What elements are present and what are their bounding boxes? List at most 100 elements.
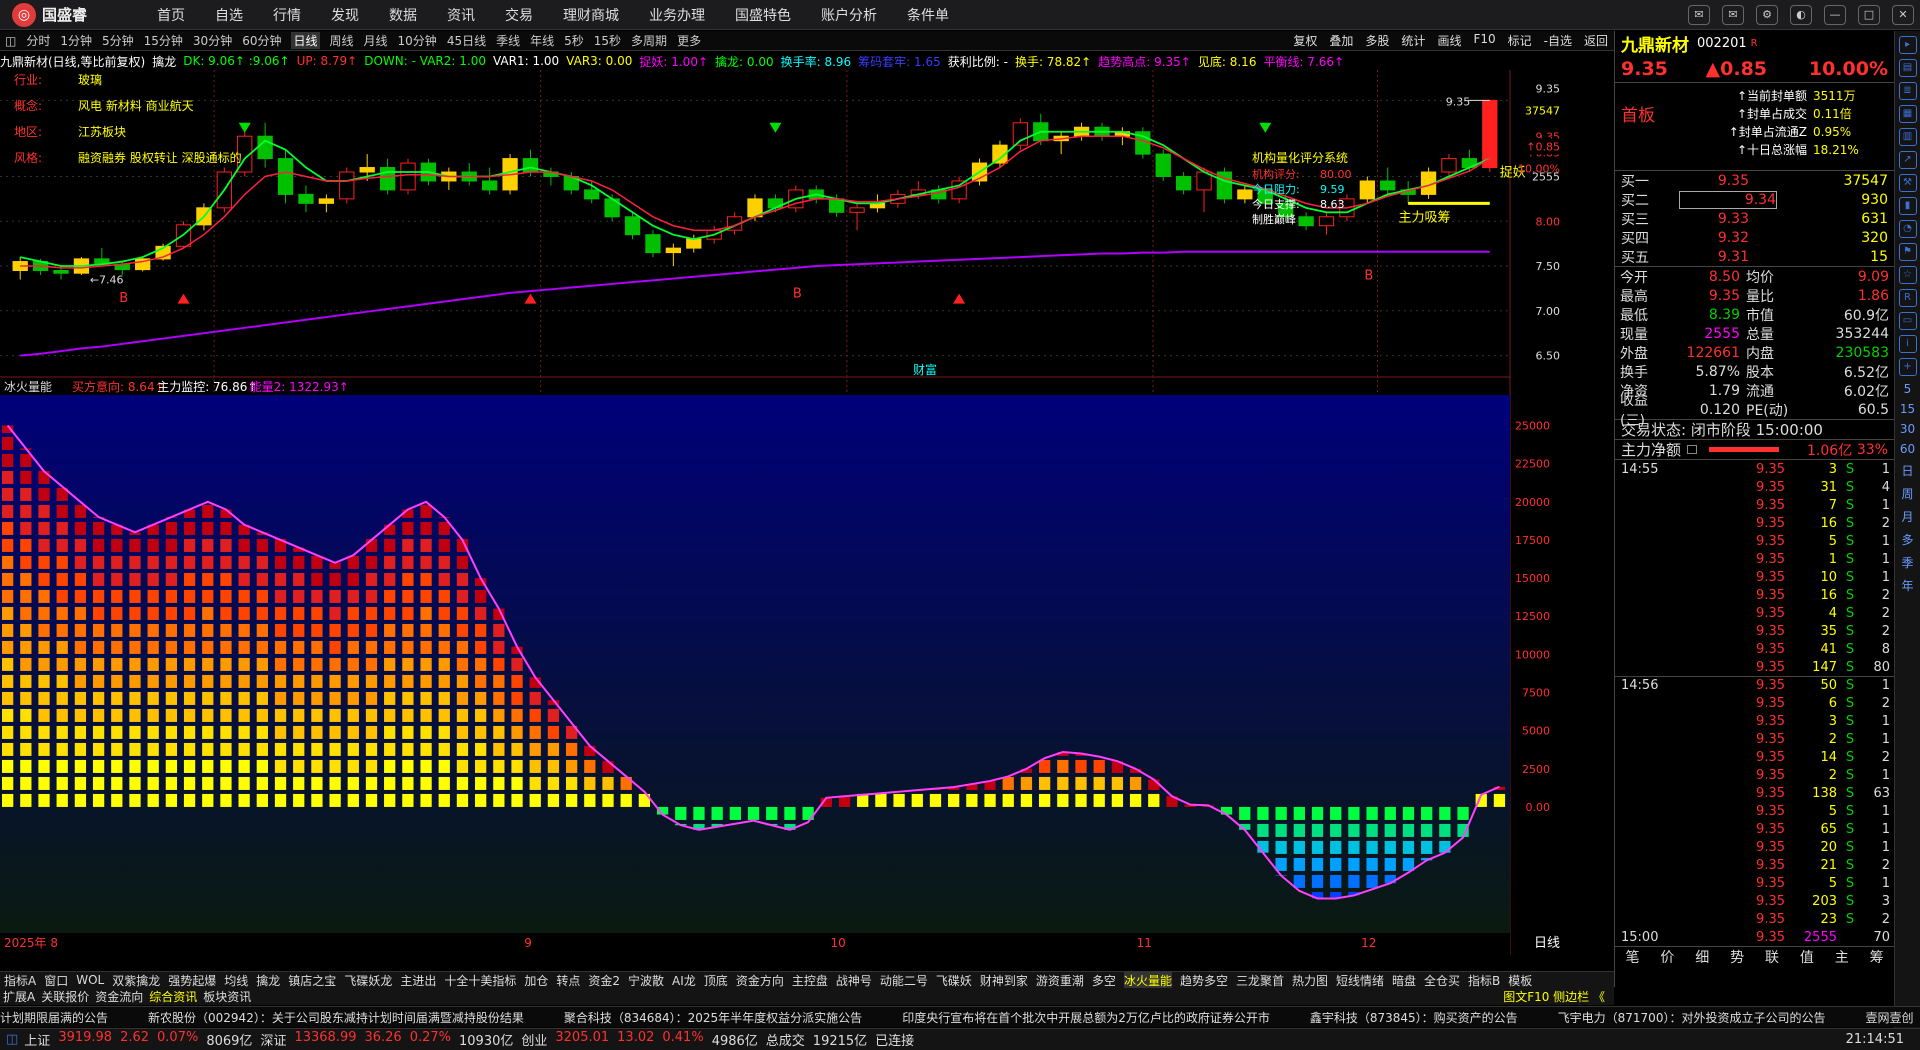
side-num-15[interactable]: 15	[1895, 402, 1920, 416]
indicator-tab[interactable]: 战神号	[836, 972, 872, 988]
menu-item[interactable]: 账户分析	[821, 5, 877, 25]
orderbook-row[interactable]: 买五 9.31 15	[1615, 247, 1894, 266]
indicator-tab[interactable]: 多空	[1092, 972, 1116, 988]
menu-item[interactable]: 首页	[157, 5, 185, 25]
info-tab[interactable]: 资金流向	[95, 988, 143, 1005]
star-icon[interactable]: ☆	[1898, 266, 1917, 284]
period-tab[interactable]: 1分钟	[60, 32, 92, 49]
skin-icon[interactable]: ◐	[1790, 5, 1812, 25]
indicator-tab[interactable]: 财神到家	[980, 972, 1028, 988]
indicator-tab[interactable]: 短线情绪	[1336, 972, 1384, 988]
quote-tab[interactable]: 细	[1685, 947, 1720, 967]
period-tab[interactable]: 30分钟	[193, 32, 232, 49]
close-icon[interactable]: ✕	[1892, 5, 1914, 25]
table-icon[interactable]: ▥	[1898, 128, 1917, 146]
indicator-tab[interactable]: 资金2	[588, 972, 620, 988]
indicator-tab[interactable]: 擒龙	[256, 972, 280, 988]
menu-item[interactable]: 资讯	[447, 5, 475, 25]
indicator-tab[interactable]: 均线	[224, 972, 248, 988]
indicator-tab[interactable]: 转点	[556, 972, 580, 988]
indicator-tab[interactable]: 镇店之宝	[288, 972, 336, 988]
side-period-label[interactable]: 周	[1895, 485, 1920, 502]
menu-item[interactable]: 理财商城	[563, 5, 619, 25]
indicator-tab[interactable]: 指标A	[4, 972, 36, 988]
period-tab[interactable]: 5分钟	[102, 32, 134, 49]
indicator-tab[interactable]: 双紫擒龙	[112, 972, 160, 988]
chart-icon[interactable]: ▤	[1898, 59, 1917, 77]
side-num-30[interactable]: 30	[1895, 422, 1920, 436]
info-tab[interactable]: 扩展A	[3, 988, 35, 1005]
info-icon[interactable]: i	[1898, 335, 1917, 353]
chart-tool-button[interactable]: 标记	[1508, 32, 1532, 49]
ticker-item[interactable]: 鑫宇科技（873845）：购买资产的公告	[1310, 1009, 1518, 1026]
indicator-tab[interactable]: 动能二号	[880, 972, 928, 988]
indicator-tab[interactable]: 游资重潮	[1036, 972, 1084, 988]
period-tab[interactable]: 月线	[364, 32, 388, 49]
chart-tool-button[interactable]: 统计	[1401, 32, 1425, 49]
period-tab[interactable]: 15秒	[594, 32, 621, 49]
quote-tab[interactable]: 筹	[1859, 947, 1894, 967]
side-period-label[interactable]: 年	[1895, 577, 1920, 594]
app-logo[interactable]: ◎ 国盛睿	[12, 2, 132, 27]
quote-tab[interactable]: 主	[1824, 947, 1859, 967]
info-tab[interactable]: 板块资讯	[203, 988, 251, 1005]
side-panel-toggle[interactable]: 图文F10 侧边栏 《	[1503, 988, 1611, 1005]
indicator-tab[interactable]: AI龙	[672, 972, 696, 988]
orderbook-row[interactable]: 买三 9.33 631	[1615, 209, 1894, 228]
ticker-item[interactable]: 印度央行宣布将在首个批次中开展总额为2万亿卢比的政府证券公开市	[902, 1009, 1270, 1026]
chart-tool-button[interactable]: 画线	[1437, 32, 1461, 49]
pie-icon[interactable]: ◔	[1898, 220, 1917, 238]
chart-tool-button[interactable]: F10	[1473, 32, 1495, 49]
indicator-tab[interactable]: 暗盘	[1392, 972, 1416, 988]
menu-item[interactable]: 行情	[273, 5, 301, 25]
menu-item[interactable]: 业务办理	[649, 5, 705, 25]
indicator-tab[interactable]: 飞碟妖	[936, 972, 972, 988]
chart-tool-button[interactable]: 复权	[1293, 32, 1317, 49]
orderbook-row[interactable]: 买四 9.32 320	[1615, 228, 1894, 247]
menu-item[interactable]: 条件单	[907, 5, 949, 25]
period-tab[interactable]: 多周期	[631, 32, 667, 49]
bar-icon[interactable]: ▮	[1898, 197, 1917, 215]
indicator-tab[interactable]: 十全十美指标	[444, 972, 516, 988]
doc-icon[interactable]: ▭	[1898, 312, 1917, 330]
rsi-icon[interactable]: R	[1898, 289, 1917, 307]
expand-icon[interactable]: ▸	[1898, 36, 1917, 54]
kline-chart-area[interactable]: 9.35←7.46B BB捉妖主力吸筹财富行业: 玻璃概念: 风电 新材料 商业航天地…	[0, 70, 1564, 955]
indicator-tab[interactable]: 加仓	[524, 972, 548, 988]
indicator-tab[interactable]: 热力图	[1292, 972, 1328, 988]
period-tab[interactable]: 日线	[291, 32, 320, 49]
period-tab[interactable]: 60分钟	[242, 32, 281, 49]
quote-tab[interactable]: 价	[1650, 947, 1685, 967]
main-net-toggle-icon[interactable]	[1687, 445, 1698, 454]
indicator-tab[interactable]: 三龙聚首	[1236, 972, 1284, 988]
indicator-tab[interactable]: WOL	[76, 973, 104, 987]
settings-icon[interactable]: ⚙	[1756, 5, 1778, 25]
menu-item[interactable]: 数据	[389, 5, 417, 25]
indicator-tab[interactable]: 主进出	[400, 972, 436, 988]
period-tab[interactable]: 更多	[677, 32, 701, 49]
chart-tool-button[interactable]: -自选	[1544, 32, 1572, 49]
period-tab[interactable]: 年线	[530, 32, 554, 49]
period-tab[interactable]: 5秒	[564, 32, 584, 49]
indicator-tab[interactable]: 顶底	[704, 972, 728, 988]
indicator-tab[interactable]: 全仓买	[1424, 972, 1460, 988]
quote-tab[interactable]: 势	[1720, 947, 1755, 967]
menu-item[interactable]: 交易	[505, 5, 533, 25]
ticker-item[interactable]: 壹网壹创	[1865, 1009, 1913, 1026]
maximize-icon[interactable]: □	[1858, 5, 1880, 25]
tick-list[interactable]: 14:55 9.35 3 S 1 9.35 31 S 4 9.35 7 S 1 9.35 16 S 2 9.35 5…	[1615, 460, 1894, 946]
ticker-item[interactable]: 计划期限届满的公告	[0, 1009, 108, 1026]
indicator-tab[interactable]: 强势起爆	[168, 972, 216, 988]
list-icon[interactable]: ≣	[1898, 82, 1917, 100]
indicator-tab[interactable]: 资金方向	[736, 972, 784, 988]
news-ticker[interactable]: 计划期限届满的公告 新农股份（002942）：关于公司股东减持计划时间届满暨减持股…	[0, 1006, 1920, 1027]
period-tab[interactable]: 15分钟	[144, 32, 183, 49]
period-tab[interactable]: 周线	[330, 32, 354, 49]
indicator-tab[interactable]: 指标B	[1468, 972, 1500, 988]
side-period-label[interactable]: 多	[1895, 531, 1920, 548]
quote-tab[interactable]: 值	[1789, 947, 1824, 967]
period-tab[interactable]: 分时	[26, 32, 50, 49]
minimize-icon[interactable]: —	[1824, 5, 1846, 25]
indicator-tab[interactable]: 飞碟妖龙	[344, 972, 392, 988]
menu-item[interactable]: 发现	[331, 5, 359, 25]
